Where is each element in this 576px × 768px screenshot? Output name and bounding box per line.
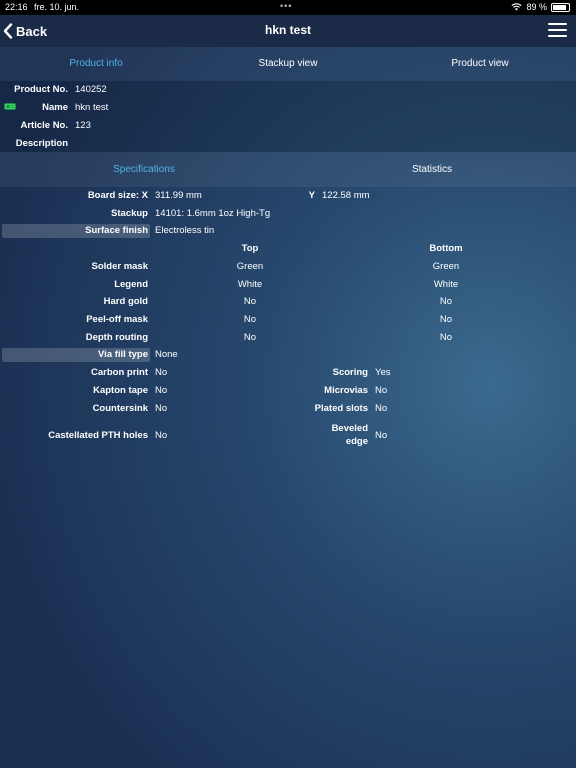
beveled-edge-value: No xyxy=(375,430,388,441)
peel-off-mask-label: Peel-off mask xyxy=(86,314,148,325)
status-right: 89 % xyxy=(511,2,570,12)
navigation-bar: Back hkn test xyxy=(0,15,576,47)
hard-gold-top: No xyxy=(243,296,257,307)
carbon-print-value: No xyxy=(155,367,168,378)
board-size-y-value: 122.58 mm xyxy=(322,190,370,201)
column-bottom-header: Bottom xyxy=(429,243,463,254)
peel-off-mask-top: No xyxy=(243,314,257,325)
hard-gold-bottom: No xyxy=(439,296,453,307)
name-label: Name xyxy=(42,102,68,113)
legend-top: White xyxy=(237,279,263,290)
via-fill-value: None xyxy=(155,349,178,360)
battery-percent: 89 % xyxy=(526,2,547,12)
tab-specifications[interactable]: Specifications xyxy=(0,152,288,187)
via-fill-label: Via fill type xyxy=(98,349,148,360)
spec-tabs: Specifications Statistics xyxy=(0,152,576,187)
beveled-edge-label-line1: Beveled xyxy=(331,423,368,434)
board-size-y-label: Y xyxy=(308,190,315,201)
wifi-icon xyxy=(511,3,523,11)
article-no-value: 123 xyxy=(75,120,91,131)
plated-slots-label: Plated slots xyxy=(314,403,368,414)
battery-icon xyxy=(551,2,570,12)
scoring-label: Scoring xyxy=(332,367,368,378)
peel-off-mask-bottom: No xyxy=(439,314,453,325)
depth-routing-bottom: No xyxy=(439,332,453,343)
tab-product-view[interactable]: Product view xyxy=(384,47,576,81)
microvias-label: Microvias xyxy=(324,385,368,396)
article-no-label: Article No. xyxy=(20,120,68,131)
board-size-x-label: Board size: X xyxy=(87,190,148,201)
legend-label: Legend xyxy=(114,279,148,290)
depth-routing-top: No xyxy=(243,332,257,343)
scoring-value: Yes xyxy=(375,367,391,378)
castellated-value: No xyxy=(155,430,168,441)
surface-finish-value: Electroless tin xyxy=(155,225,215,236)
page-title: hkn test xyxy=(264,23,311,37)
carbon-print-label: Carbon print xyxy=(91,367,148,378)
stackup-value: 14101: 1.6mm 1oz High-Tg xyxy=(155,208,271,219)
product-no-value: 140252 xyxy=(75,84,107,95)
hamburger-menu-icon[interactable] xyxy=(548,22,568,38)
board-size-x-value: 311.99 mm xyxy=(155,190,202,201)
microvias-value: No xyxy=(375,385,388,396)
multitasking-dots-icon[interactable]: ••• xyxy=(280,1,292,11)
surface-finish-label: Surface finish xyxy=(85,225,148,236)
status-time: 22:16 xyxy=(5,2,28,12)
hard-gold-label: Hard gold xyxy=(103,296,148,307)
product-no-label: Product No. xyxy=(14,84,68,95)
solder-mask-label: Solder mask xyxy=(91,261,149,272)
status-date: fre. 10. jun. xyxy=(34,2,80,12)
kapton-tape-value: No xyxy=(155,385,168,396)
solder-mask-top: Green xyxy=(236,261,264,272)
description-label: Description xyxy=(15,138,68,149)
solder-mask-bottom: Green xyxy=(432,261,460,272)
countersink-value: No xyxy=(155,403,168,414)
tab-statistics[interactable]: Statistics xyxy=(288,152,576,187)
tab-stackup-view[interactable]: Stackup view xyxy=(192,47,384,81)
depth-routing-label: Depth routing xyxy=(85,332,148,343)
status-bar: 22:16 fre. 10. jun. ••• 89 % xyxy=(0,0,576,15)
countersink-label: Countersink xyxy=(92,403,148,414)
tab-product-info[interactable]: Product info xyxy=(0,47,192,81)
stackup-label: Stackup xyxy=(111,208,148,219)
name-value: hkn test xyxy=(75,102,109,113)
product-tabs: Product info Stackup view Product view xyxy=(0,47,576,81)
column-top-header: Top xyxy=(241,243,259,254)
plated-slots-value: No xyxy=(375,403,388,414)
beveled-edge-label-line2: edge xyxy=(345,436,368,447)
castellated-label: Castellated PTH holes xyxy=(48,430,148,441)
kapton-tape-label: Kapton tape xyxy=(93,385,148,396)
legend-bottom: White xyxy=(433,279,459,290)
